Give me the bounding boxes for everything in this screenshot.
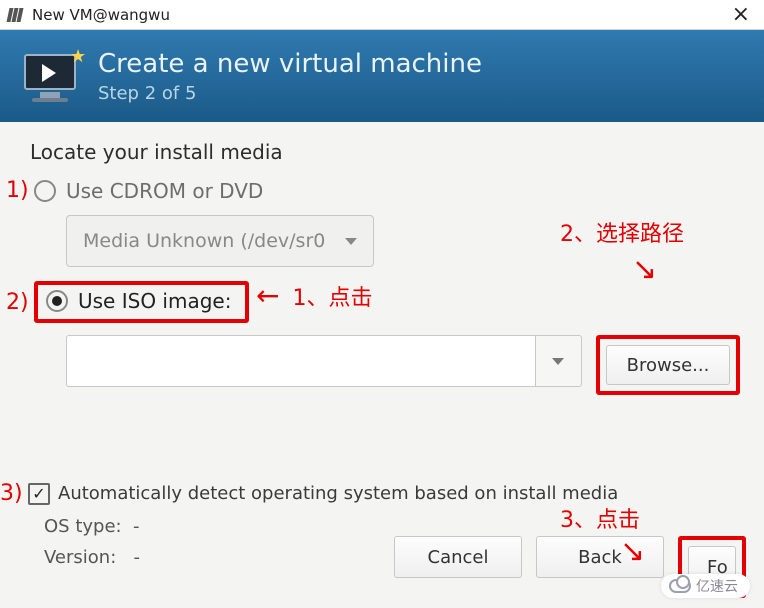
annotation-marker-2: 2) <box>6 290 34 315</box>
iso-path-input[interactable] <box>66 335 535 387</box>
os-type-label: OS type: <box>44 516 122 537</box>
chevron-down-icon <box>552 358 564 365</box>
browse-button[interactable]: Browse... <box>606 345 730 385</box>
option-cdrom-row: 1) Use CDROM or DVD <box>24 178 740 203</box>
watermark-text: 亿速云 <box>696 576 738 596</box>
os-type-value: - <box>133 516 140 537</box>
cdrom-media-value: Media Unknown (/dev/sr0 <box>83 230 325 252</box>
radio-cdrom-label: Use CDROM or DVD <box>66 179 263 203</box>
back-button[interactable]: Back <box>536 536 664 578</box>
version-value: - <box>133 547 140 568</box>
annotation-highlight-browse: Browse... <box>596 335 740 395</box>
section-label: Locate your install media <box>30 140 740 164</box>
chevron-down-icon <box>345 238 357 245</box>
wizard-body: Locate your install media 1) Use CDROM o… <box>0 122 764 608</box>
close-icon[interactable]: × <box>726 4 756 26</box>
autodetect-checkbox[interactable]: ✓ <box>28 483 50 505</box>
annotation-marker-3: 3) <box>0 481 28 506</box>
radio-cdrom[interactable] <box>34 180 56 202</box>
autodetect-label: Automatically detect operating system ba… <box>58 483 618 504</box>
window-titlebar: New VM@wangwu × <box>0 0 764 30</box>
version-label: Version: <box>44 547 116 568</box>
create-vm-icon: ★ <box>20 48 84 104</box>
autodetect-row: 3) ✓ Automatically detect operating syst… <box>24 481 740 506</box>
annotation-highlight-iso: Use ISO image: <box>34 281 249 323</box>
cancel-button[interactable]: Cancel <box>394 536 522 578</box>
header-step: Step 2 of 5 <box>98 83 482 104</box>
annotation-2: 2、选择路径 <box>560 216 684 248</box>
annotation-marker-1: 1) <box>6 178 34 203</box>
wizard-header: ★ Create a new virtual machine Step 2 of… <box>0 30 764 122</box>
option-iso-row: 2) Use ISO image: <box>24 281 740 323</box>
app-icon <box>8 8 26 22</box>
iso-path-row: Browse... <box>66 335 740 395</box>
radio-iso[interactable] <box>46 290 68 312</box>
window-title: New VM@wangwu <box>32 6 170 24</box>
cdrom-media-dropdown[interactable]: Media Unknown (/dev/sr0 <box>66 215 374 267</box>
iso-path-dropdown[interactable] <box>535 335 582 387</box>
header-title: Create a new virtual machine <box>98 49 482 79</box>
radio-iso-label: Use ISO image: <box>78 289 231 313</box>
cloud-icon <box>669 579 691 593</box>
watermark: 亿速云 <box>661 574 750 598</box>
